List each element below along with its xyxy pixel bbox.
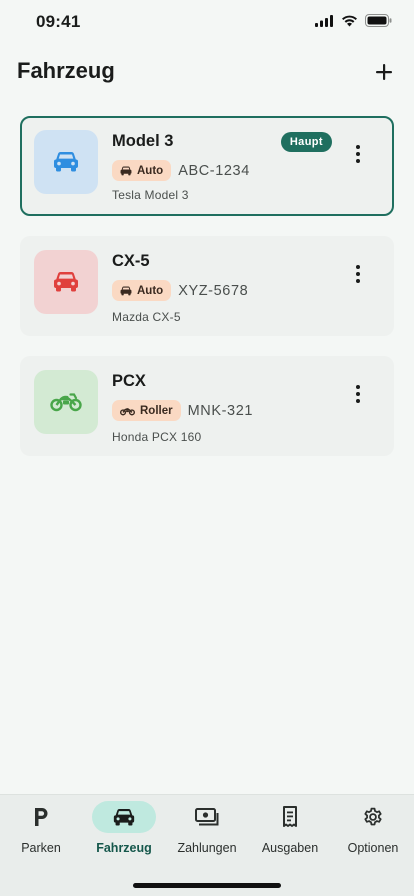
- vehicle-name: PCX: [112, 372, 146, 390]
- status-icons: [315, 14, 392, 27]
- motorcycle-icon: [50, 393, 82, 412]
- vehicle-card[interactable]: Model 3 Haupt Auto ABC-1234 Tesla Model …: [20, 116, 394, 216]
- vehicle-model: Mazda CX-5: [112, 310, 181, 324]
- tab-ausgaben[interactable]: Ausgaben: [249, 801, 331, 861]
- vehicle-meta: Roller MNK-321: [112, 400, 253, 421]
- vehicle-type-chip: Auto: [112, 280, 172, 301]
- more-icon-dot: [356, 272, 360, 276]
- receipt-icon: [283, 806, 297, 827]
- wifi-icon: [342, 15, 357, 26]
- car-icon: [54, 152, 78, 172]
- more-icon-dot: [356, 265, 360, 269]
- app-screen: 09:41 Fahrzeug Model 3 Haupt Auto ABC-12…: [0, 0, 414, 896]
- tab-label: Optionen: [347, 841, 399, 855]
- plus-icon: [376, 64, 392, 80]
- tab-zahlungen[interactable]: Zahlungen: [166, 801, 248, 861]
- vehicle-card[interactable]: CX-5 Auto XYZ-5678 Mazda CX-5: [20, 236, 394, 336]
- add-vehicle-button[interactable]: [370, 58, 398, 86]
- primary-badge: Haupt: [280, 132, 332, 152]
- car-icon: [120, 165, 132, 175]
- more-options-button[interactable]: [346, 262, 370, 286]
- tab-label: Zahlungen: [177, 841, 237, 855]
- tab-fahrzeug[interactable]: Fahrzeug: [83, 801, 165, 861]
- vehicle-list: Model 3 Haupt Auto ABC-1234 Tesla Model …: [20, 116, 394, 476]
- page-title: Fahrzeug: [17, 58, 115, 83]
- status-bar: 09:41: [0, 0, 414, 44]
- motorcycle-icon: [120, 407, 135, 415]
- status-time: 09:41: [36, 12, 81, 31]
- parking-icon: [35, 808, 48, 826]
- vehicle-type-label: Roller: [140, 404, 173, 417]
- car-icon: [120, 285, 132, 295]
- tab-optionen[interactable]: Optionen: [332, 801, 414, 861]
- vehicle-meta: Auto XYZ-5678: [112, 280, 248, 301]
- more-icon-dot: [356, 159, 360, 163]
- vehicle-thumbnail: [34, 130, 98, 194]
- vehicle-type-chip: Auto: [112, 160, 172, 181]
- tab-label: Parken: [21, 841, 61, 855]
- license-plate: ABC-1234: [178, 162, 250, 179]
- vehicle-name: Model 3: [112, 132, 174, 150]
- signal-icon: [315, 14, 333, 27]
- more-icon-dot: [356, 279, 360, 283]
- license-plate: XYZ-5678: [178, 282, 249, 299]
- car-icon: [54, 272, 78, 292]
- home-indicator: [133, 883, 281, 888]
- payments-icon: [195, 808, 219, 826]
- vehicle-meta: Auto ABC-1234: [112, 160, 250, 181]
- vehicle-thumbnail: [34, 250, 98, 314]
- battery-icon: [365, 14, 392, 27]
- vehicle-thumbnail: [34, 370, 98, 434]
- vehicle-type-label: Auto: [137, 284, 164, 297]
- more-icon-dot: [356, 385, 360, 389]
- more-options-button[interactable]: [346, 142, 370, 166]
- tab-icon-container: [341, 801, 405, 833]
- header: Fahrzeug: [0, 58, 414, 88]
- tab-icon-container: [92, 801, 156, 833]
- bottom-tab-bar: Parken Fahrzeug Zahlungen Ausgaben Optio…: [0, 794, 414, 896]
- tab-parken[interactable]: Parken: [0, 801, 82, 861]
- vehicle-model: Honda PCX 160: [112, 430, 202, 444]
- more-icon-dot: [356, 399, 360, 403]
- more-icon-dot: [356, 152, 360, 156]
- vehicle-type-chip: Roller: [112, 400, 181, 421]
- tab-label: Fahrzeug: [96, 841, 152, 855]
- vehicle-name: CX-5: [112, 252, 150, 270]
- license-plate: MNK-321: [187, 402, 254, 419]
- tab-icon-container: [258, 801, 322, 833]
- vehicle-model: Tesla Model 3: [112, 188, 189, 202]
- vehicle-type-label: Auto: [137, 164, 164, 177]
- more-icon-dot: [356, 145, 360, 149]
- tab-label: Ausgaben: [261, 841, 319, 855]
- tab-icon-container: [9, 801, 73, 833]
- more-icon-dot: [356, 392, 360, 396]
- more-options-button[interactable]: [346, 382, 370, 406]
- car-icon: [113, 808, 135, 826]
- vehicle-card[interactable]: PCX Roller MNK-321 Honda PCX 160: [20, 356, 394, 456]
- gear-icon: [364, 807, 382, 826]
- tab-icon-container: [175, 801, 239, 833]
